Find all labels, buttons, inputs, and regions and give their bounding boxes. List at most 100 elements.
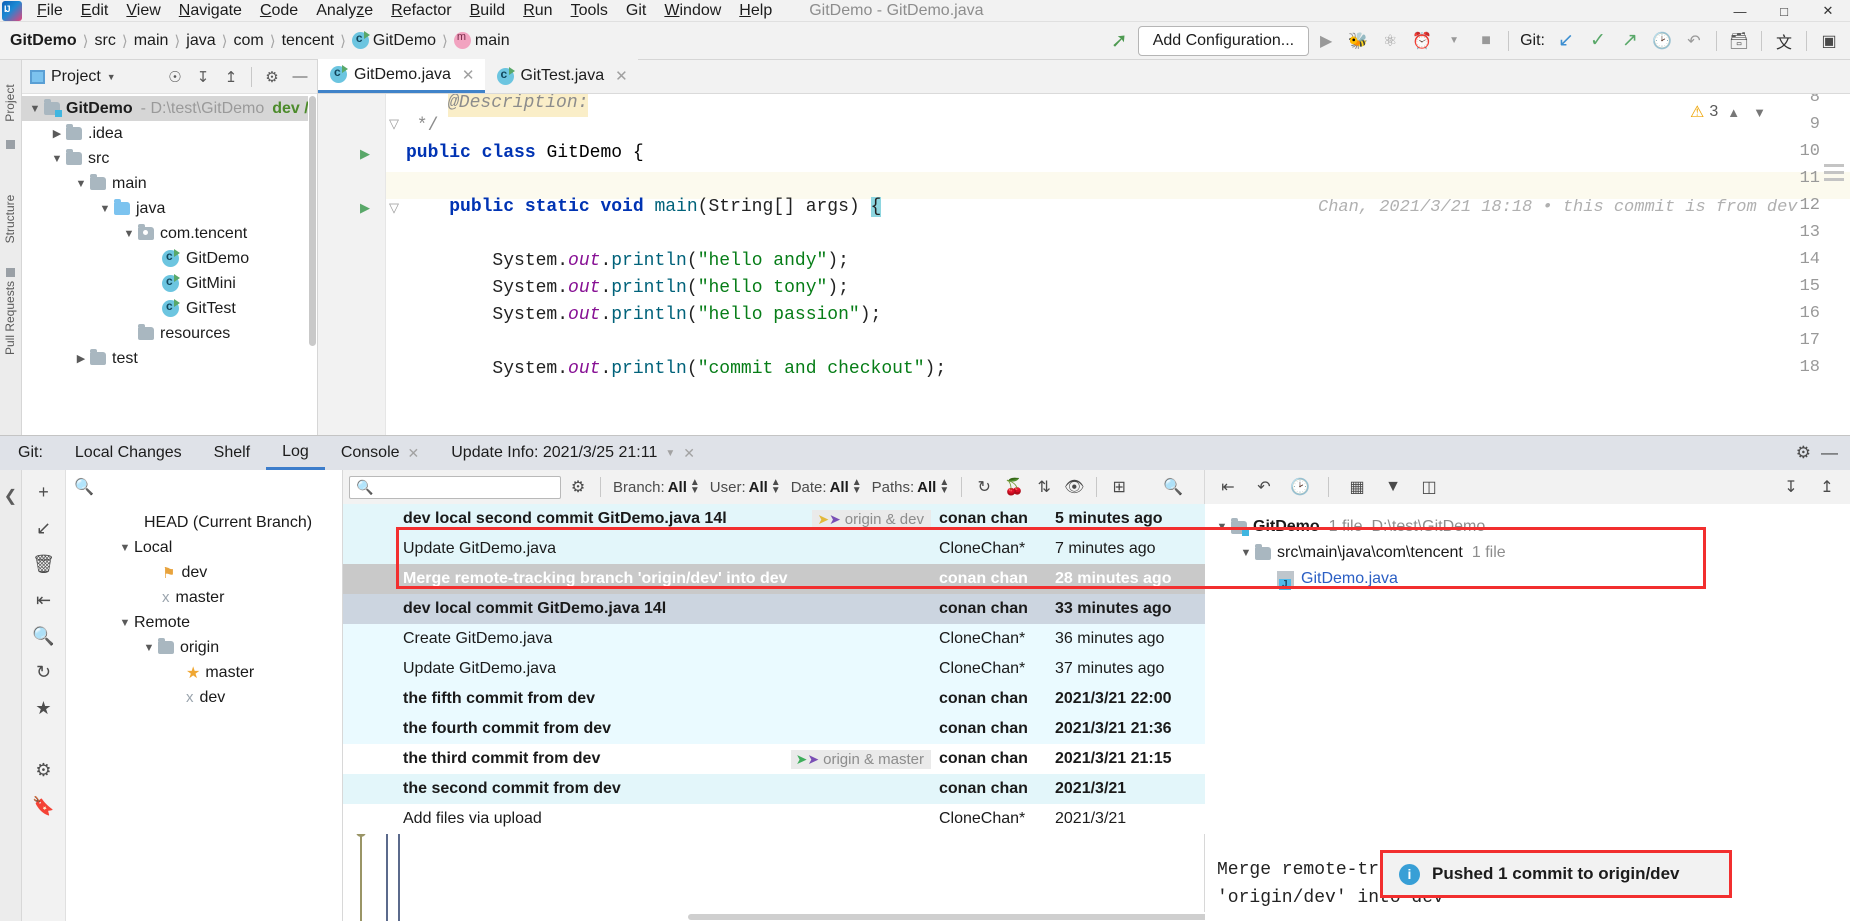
details-node-package[interactable]: ▼ src\main\java\com\tencent 1 file (1213, 540, 1850, 566)
rollback-icon[interactable]: ↶ (1679, 27, 1709, 55)
details-file-link[interactable]: GitDemo.java (1301, 570, 1398, 588)
history-icon[interactable]: 🕑 (1287, 474, 1313, 500)
add-icon[interactable]: + (28, 476, 60, 508)
branch-node-local[interactable]: ▼ Local (66, 535, 342, 560)
notification-toast[interactable]: i Pushed 1 commit to origin/dev (1380, 850, 1732, 898)
debug-icon[interactable]: 🐝 (1343, 27, 1373, 55)
tab-console[interactable]: Console✕ (325, 436, 435, 470)
chevron-down-icon[interactable]: ▼ (1213, 521, 1231, 533)
table-row[interactable]: dev local commit GitDemo.java 14l conan … (343, 594, 1205, 624)
code-editor[interactable]: 8 9 10 11 12 13 14 15 16 17 18 ▶ ▶ ▽ ▽ @… (318, 94, 1850, 435)
filter-date[interactable]: Date: All ▲▼ (788, 479, 865, 496)
tool-tab-structure[interactable]: Structure (3, 191, 17, 247)
fold-marker-icon[interactable]: ▽ (386, 200, 402, 216)
chevron-up-icon[interactable]: ▲ (1723, 105, 1744, 120)
tab-shelf[interactable]: Shelf (198, 436, 266, 470)
chevron-down-icon[interactable]: ▼ (116, 542, 134, 554)
cherry-pick-icon[interactable]: 🍒 (1001, 474, 1027, 500)
tree-node-src[interactable]: ▼ src (22, 146, 317, 171)
inspection-widget[interactable]: ⚠ 3 ▲ ▼ (1690, 102, 1770, 122)
chevron-right-icon[interactable]: ▶ (72, 352, 90, 365)
gear-icon[interactable]: ⚙ (1796, 443, 1811, 463)
chevron-updown-icon[interactable]: ▲▼ (690, 479, 700, 495)
branch-search-field[interactable]: 🔍 (66, 470, 342, 504)
maximize-icon[interactable]: □ (1762, 0, 1806, 22)
details-node-gitdemo[interactable]: ▼ GitDemo 1 file D:\test\GitDemo (1213, 514, 1850, 540)
chevron-right-icon[interactable]: ▶ (48, 127, 66, 140)
branch-node-origin[interactable]: ▼ origin (66, 635, 342, 660)
menu-navigate[interactable]: Navigate (170, 0, 251, 22)
tree-node-idea[interactable]: ▶ .idea (22, 121, 317, 146)
editor-tab-gitdemo[interactable]: GitDemo.java ✕ (318, 59, 485, 93)
tree-node-gitdemo[interactable]: ▼ GitDemo - D:\test\GitDemo dev / (22, 96, 317, 121)
chevron-down-icon[interactable]: ▼ (96, 203, 114, 215)
collapse-all-icon[interactable]: ↥ (218, 64, 244, 90)
table-row[interactable]: Add files via upload CloneChan* 2021/3/2… (343, 804, 1205, 834)
tool-tab-project[interactable]: Project (3, 75, 17, 131)
expand-all-icon[interactable]: ↧ (1778, 474, 1804, 500)
chevron-down-icon[interactable]: ▼ (1237, 547, 1255, 559)
scroll-from-source-icon[interactable]: ☉ (162, 64, 188, 90)
branch-node-remote[interactable]: ▼ Remote (66, 610, 342, 635)
tree-node-test[interactable]: ▶ test (22, 346, 317, 371)
editor-tab-gittest[interactable]: GitTest.java ✕ (485, 59, 638, 93)
minimize-icon[interactable]: — (1718, 0, 1762, 22)
chevron-down-icon[interactable]: ▼ (1439, 27, 1469, 55)
branch-node-origin-master[interactable]: ★ master (66, 660, 342, 685)
menu-file[interactable]: File (28, 0, 72, 22)
breadcrumb-item-2[interactable]: main (130, 32, 173, 50)
filter-paths[interactable]: Paths: All ▲▼ (869, 479, 953, 496)
details-node-file[interactable]: GitDemo.java (1213, 566, 1850, 592)
chevron-down-icon[interactable]: ▼ (120, 228, 138, 240)
search-icon[interactable]: 🔍 (1160, 474, 1186, 500)
close-icon[interactable]: ✕ (683, 445, 695, 462)
table-row[interactable]: Merge remote-tracking branch 'origin/dev… (343, 564, 1205, 594)
push-icon[interactable]: ↗ (1615, 27, 1645, 55)
commit-refs[interactable]: ➤➤origin & master (791, 750, 931, 769)
tree-node-gitmini-class[interactable]: GitMini (22, 271, 317, 296)
table-row[interactable]: the fourth commit from dev conan chan 20… (343, 714, 1205, 744)
run-gutter-icon[interactable]: ▶ (360, 200, 370, 216)
close-icon[interactable]: ✕ (408, 445, 420, 462)
chevron-down-icon[interactable]: ▼ (26, 103, 44, 115)
breadcrumb-item-5[interactable]: tencent (278, 32, 338, 50)
preview-icon[interactable]: ◫ (1416, 474, 1442, 500)
table-row[interactable]: Update GitDemo.java CloneChan* 37 minute… (343, 654, 1205, 684)
filter-user[interactable]: User: All ▲▼ (707, 479, 784, 496)
tree-node-gitdemo-class[interactable]: GitDemo (22, 246, 317, 271)
gear-icon[interactable]: ⚙ (259, 64, 285, 90)
table-row[interactable]: Update GitDemo.java CloneChan* 7 minutes… (343, 534, 1205, 564)
breadcrumb-item-1[interactable]: src (91, 32, 120, 50)
tab-local-changes[interactable]: Local Changes (59, 436, 198, 470)
breadcrumb-item-6[interactable]: GitDemo (348, 32, 440, 50)
chevron-down-icon[interactable]: ▼ (116, 617, 134, 629)
profile-icon[interactable]: ⏰ (1407, 27, 1437, 55)
filter-icon[interactable]: ▼ (1380, 474, 1406, 500)
chevron-updown-icon[interactable]: ▲▼ (939, 479, 949, 495)
table-row[interactable]: Create GitDemo.java CloneChan* 36 minute… (343, 624, 1205, 654)
menu-run[interactable]: Run (514, 0, 561, 22)
branch-node-local-master[interactable]: x master (66, 585, 342, 610)
group-by-icon[interactable]: ▦ (1344, 474, 1370, 500)
menu-view[interactable]: View (117, 0, 169, 22)
favorite-star-icon[interactable]: ★ (28, 692, 60, 724)
chevron-down-icon[interactable]: ▼ (48, 153, 66, 165)
log-search-input[interactable]: 🔍 (349, 476, 561, 499)
history-icon[interactable]: 🕑 (1647, 27, 1677, 55)
commit-list[interactable]: dev local second commit GitDemo.java 14l… (343, 504, 1205, 921)
breadcrumb-item-7[interactable]: main (450, 32, 514, 50)
error-stripe-markers[interactable] (1824, 164, 1844, 185)
stop-icon[interactable]: ■ (1471, 27, 1501, 55)
menu-help[interactable]: Help (730, 0, 781, 22)
expand-all-icon[interactable]: ↧ (190, 64, 216, 90)
commit-icon[interactable]: ✓ (1583, 27, 1613, 55)
chevron-down-icon[interactable]: ▼ (665, 448, 675, 459)
table-row[interactable]: dev local second commit GitDemo.java 14l… (343, 504, 1205, 534)
rollback-icon[interactable]: ↶ (1251, 474, 1277, 500)
menu-edit[interactable]: Edit (72, 0, 118, 22)
project-structure-icon[interactable]: 🗃 (1724, 27, 1754, 55)
chevron-down-icon[interactable]: ▼ (107, 72, 116, 82)
refresh-icon[interactable]: ↻ (971, 474, 997, 500)
sort-icon[interactable]: ⇅ (1031, 474, 1057, 500)
collapse-all-icon[interactable]: ↥ (1814, 474, 1840, 500)
